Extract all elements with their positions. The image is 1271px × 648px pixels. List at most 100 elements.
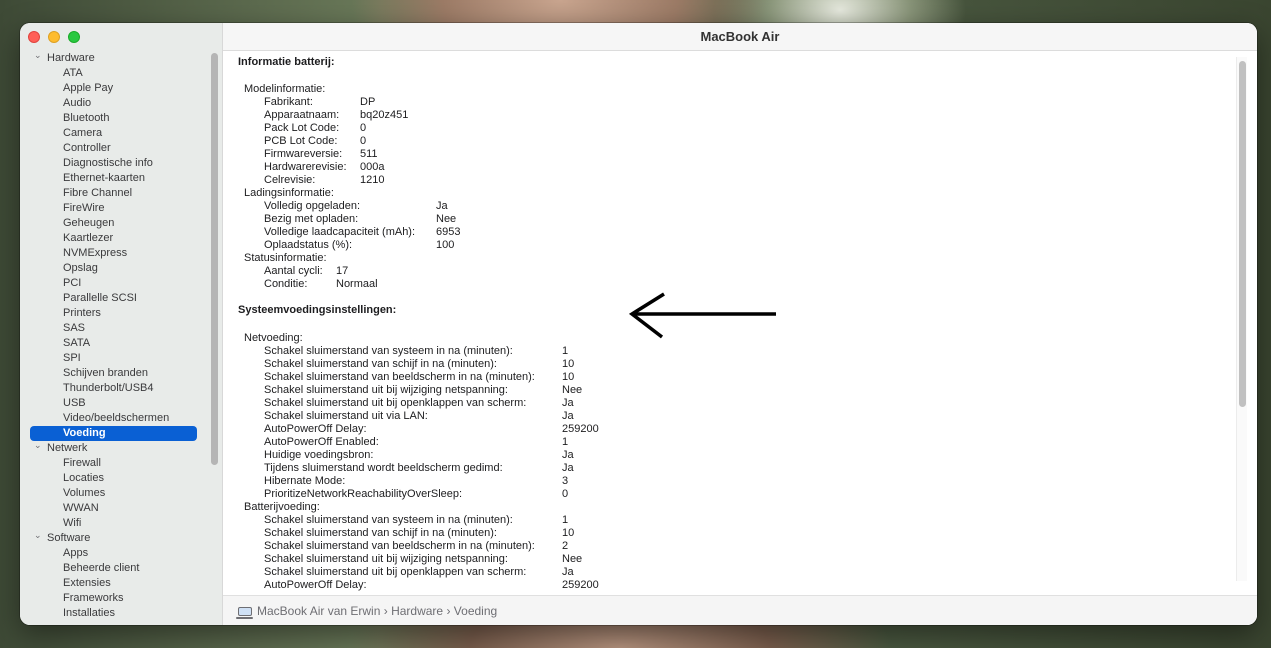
section-label: Netvoeding: (244, 332, 303, 344)
sidebar-item[interactable]: ATA (20, 66, 210, 81)
sidebar-group-hardware[interactable]: ⌄ Hardware (20, 48, 210, 66)
field-value: Normaal (336, 278, 378, 290)
breadcrumb-voeding: Voeding (453, 604, 498, 618)
field-value: bq20z451 (360, 109, 409, 121)
field-label: AutoPowerOff Delay: (264, 579, 367, 591)
breadcrumb-separator: › (383, 604, 388, 618)
field-value: 1210 (360, 174, 385, 186)
field-label: Schakel sluimerstand uit bij openklappen… (264, 566, 527, 578)
field-label: Schakel sluimerstand uit bij wijziging n… (264, 553, 508, 565)
field-value: 10 (562, 527, 575, 539)
section-label: Ladingsinformatie: (244, 187, 334, 199)
sidebar-item[interactable]: Geheugen (20, 216, 210, 231)
field-label: Hardwarerevisie: (264, 161, 347, 173)
sidebar-item[interactable]: Fibre Channel (20, 186, 210, 201)
field-value: 511 (360, 148, 378, 160)
sidebar-item[interactable]: NVMExpress (20, 246, 210, 261)
sidebar-item[interactable]: Installaties (20, 606, 210, 621)
sidebar-item[interactable]: Frameworks (20, 591, 210, 606)
field-value: 3 (562, 475, 569, 487)
sidebar-item[interactable]: USB (20, 396, 210, 411)
field-value: Nee (562, 384, 583, 396)
field-label: Tijdens sluimerstand wordt beeldscherm g… (264, 462, 503, 474)
field-label: Schakel sluimerstand uit via LAN: (264, 410, 428, 422)
field-value: 1 (562, 514, 569, 526)
sidebar-item[interactable]: Extensies (20, 576, 210, 591)
minimize-icon[interactable] (48, 31, 60, 43)
sidebar-item[interactable]: PCI (20, 276, 210, 291)
sidebar-item[interactable]: Wifi (20, 516, 210, 531)
field-label: Apparaatnaam: (264, 109, 340, 121)
sidebar-item[interactable]: Camera (20, 126, 210, 141)
zoom-icon[interactable] (68, 31, 80, 43)
field-label: Bezig met opladen: (264, 213, 359, 225)
field-value: 6953 (436, 226, 461, 238)
sidebar-item[interactable]: SPI (20, 351, 210, 366)
field-value: Ja (562, 410, 574, 422)
field-label: AutoPowerOff Enabled: (264, 436, 379, 448)
chevron-down-icon[interactable]: ⌄ (34, 48, 42, 63)
field-label: Huidige voedingsbron: (264, 449, 374, 461)
field-label: Aantal cycli: (264, 265, 323, 277)
sidebar-scrollbar[interactable] (211, 53, 218, 465)
sidebar-item[interactable]: Controller (20, 141, 210, 156)
sidebar-group-software[interactable]: ⌄ Software (20, 528, 210, 546)
sidebar-item[interactable]: Volumes (20, 486, 210, 501)
field-label: Pack Lot Code: (264, 122, 340, 134)
breadcrumb-hardware: Hardware (391, 604, 444, 618)
sidebar: ⌄ Hardware ATA Apple Pay Audio Bluetooth Camer… (20, 23, 223, 625)
sidebar-item[interactable]: Video/beeldschermen (20, 411, 210, 426)
sidebar-group-label: Netwerk (47, 442, 88, 454)
sidebar-group-netwerk[interactable]: ⌄ Netwerk (20, 438, 210, 456)
field-label: Volledig opgeladen: (264, 200, 361, 212)
content-scrollbar[interactable] (1236, 57, 1247, 581)
field-label: Schakel sluimerstand uit bij wijziging n… (264, 384, 508, 396)
chevron-down-icon[interactable]: ⌄ (34, 528, 42, 543)
sidebar-item[interactable]: Beheerde client (20, 561, 210, 576)
chevron-down-icon[interactable]: ⌄ (34, 438, 42, 453)
sidebar-item[interactable]: Parallelle SCSI (20, 291, 210, 306)
sidebar-item[interactable]: Printers (20, 306, 210, 321)
field-label: Celrevisie: (264, 174, 316, 186)
sidebar-item[interactable]: Bluetooth (20, 111, 210, 126)
sidebar-item[interactable]: WWAN (20, 501, 210, 516)
sidebar-item[interactable]: Firewall (20, 456, 210, 471)
sidebar-item[interactable]: FireWire (20, 201, 210, 216)
sidebar-item[interactable]: Audio (20, 96, 210, 111)
field-value: 1 (562, 345, 569, 357)
sidebar-item[interactable]: Apple Pay (20, 81, 210, 96)
sidebar-item[interactable]: Apps (20, 546, 210, 561)
close-icon[interactable] (28, 31, 40, 43)
field-value: DP (360, 96, 376, 108)
field-value: 259200 (562, 423, 599, 435)
field-value: Nee (562, 553, 583, 565)
field-value: 259200 (562, 579, 599, 591)
breadcrumb-computer: MacBook Air van Erwin (257, 604, 381, 618)
sidebar-group-label: Software (47, 532, 91, 544)
field-value: 10 (562, 371, 575, 383)
sidebar-item[interactable]: Ethernet-kaarten (20, 171, 210, 186)
sidebar-item[interactable]: Diagnostische info (20, 156, 210, 171)
sidebar-item[interactable]: Schijven branden (20, 366, 210, 381)
sidebar-item[interactable]: Locaties (20, 471, 210, 486)
field-value: 100 (436, 239, 455, 251)
scrollbar-thumb[interactable] (1239, 61, 1246, 407)
field-value: Ja (562, 449, 574, 461)
field-value: Ja (562, 566, 574, 578)
sidebar-item[interactable]: Voeding (30, 426, 197, 441)
field-label: Schakel sluimerstand van systeem in na (… (264, 345, 513, 357)
sidebar-item[interactable]: SAS (20, 321, 210, 336)
field-value: Ja (562, 397, 574, 409)
field-value: 0 (360, 135, 367, 147)
sidebar-item[interactable]: Thunderbolt/USB4 (20, 381, 210, 396)
field-label: AutoPowerOff Delay: (264, 423, 367, 435)
field-label: Schakel sluimerstand van schijf in na (m… (264, 527, 497, 539)
field-value: 1 (562, 436, 569, 448)
field-label: PCB Lot Code: (264, 135, 338, 147)
field-label: Schakel sluimerstand van systeem in na (… (264, 514, 513, 526)
sidebar-item[interactable]: Kaartlezer (20, 231, 210, 246)
sidebar-item[interactable]: SATA (20, 336, 210, 351)
section-label: Statusinformatie: (244, 252, 327, 264)
sidebar-item[interactable]: Opslag (20, 261, 210, 276)
breadcrumb-separator: › (446, 604, 451, 618)
